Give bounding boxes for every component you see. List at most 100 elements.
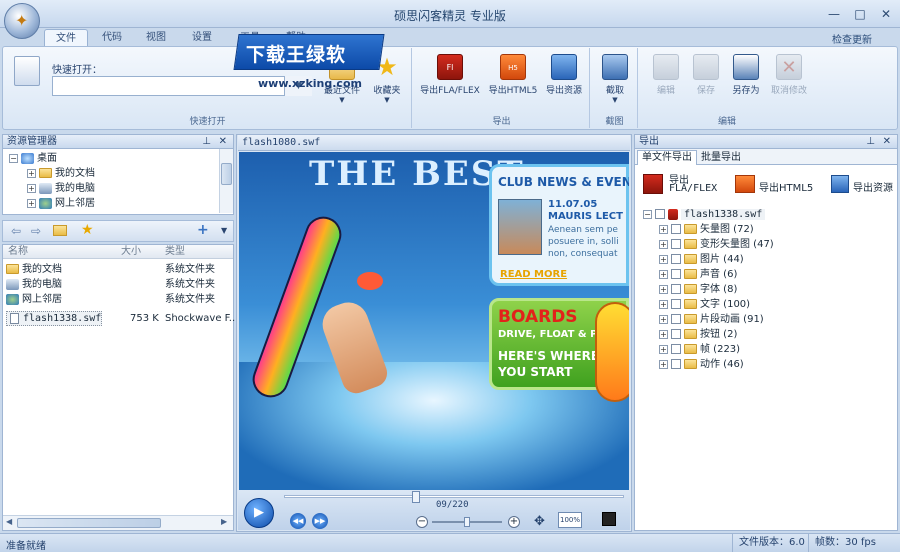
expand-icon[interactable]: +	[659, 329, 668, 339]
add-icon[interactable]: +	[197, 222, 209, 238]
checkbox[interactable]	[671, 344, 681, 354]
export-fla-button[interactable]: Fl 导出FLA/FLEX	[418, 54, 482, 96]
checkbox[interactable]	[671, 269, 681, 279]
expand-icon[interactable]: +	[659, 269, 668, 279]
expand-icon[interactable]: +	[659, 359, 668, 369]
tree-item-my-documents[interactable]: + 我的文档	[27, 166, 95, 181]
pin-icon[interactable]: ⊥	[866, 135, 875, 148]
collapse-icon[interactable]: −	[9, 153, 18, 163]
resource-item[interactable]: + 帧 (223)	[659, 342, 740, 357]
tab-single-export[interactable]: 单文件导出	[637, 150, 697, 165]
tab-file[interactable]: 文件	[44, 29, 88, 46]
zoom-slider-thumb[interactable]	[464, 517, 470, 527]
file-row[interactable]: 我的电脑 系统文件夹	[6, 277, 232, 292]
cancel-changes-button[interactable]: ✕ 取消修改	[766, 54, 812, 96]
horizontal-scrollbar[interactable]: ◀ ▶	[3, 515, 233, 530]
expand-icon[interactable]: +	[27, 198, 36, 208]
checkbox[interactable]	[671, 314, 681, 324]
resource-item[interactable]: + 图片 (44)	[659, 252, 744, 267]
maximize-button[interactable]: □	[852, 6, 868, 22]
checkbox[interactable]	[655, 209, 665, 219]
folder-up-icon[interactable]	[53, 225, 67, 236]
star-icon[interactable]: ★	[81, 222, 94, 238]
export-html5-button[interactable]: 导出HTML5	[735, 175, 819, 195]
tab-code[interactable]: 代码	[92, 29, 132, 46]
tab-view[interactable]: 视图	[136, 29, 176, 46]
play-button[interactable]: ▶	[244, 498, 274, 528]
expand-icon[interactable]: +	[659, 299, 668, 309]
minimize-button[interactable]: —	[826, 6, 842, 22]
back-icon[interactable]: ⇦	[11, 224, 21, 238]
close-icon[interactable]: ✕	[883, 135, 891, 148]
collapse-icon[interactable]: −	[643, 209, 652, 219]
preview-tab[interactable]: flash1080.swf	[242, 137, 320, 148]
tree-item-network[interactable]: + 网上邻居	[27, 196, 95, 211]
export-resources-button[interactable]: 导出资源	[542, 54, 586, 96]
tree-item-desktop[interactable]: − 桌面	[9, 151, 57, 166]
tab-settings[interactable]: 设置	[182, 29, 222, 46]
checkbox[interactable]	[671, 239, 681, 249]
move-icon[interactable]: ✥	[534, 514, 545, 529]
forward-icon[interactable]: ⇨	[31, 224, 41, 238]
file-row[interactable]: 我的文档 系统文件夹	[6, 262, 232, 277]
scroll-left-icon[interactable]: ◀	[6, 517, 12, 526]
resource-item[interactable]: + 声音 (6)	[659, 267, 737, 282]
zoom-out-icon[interactable]: −	[416, 516, 428, 528]
resource-root[interactable]: − flash1338.swf	[643, 207, 766, 222]
chevron-down-icon[interactable]: ▼	[221, 226, 227, 235]
forward-button[interactable]: ▶▶	[312, 513, 328, 529]
column-type[interactable]: 类型	[165, 245, 185, 258]
resource-item[interactable]: + 变形矢量图 (47)	[659, 237, 774, 252]
save-button[interactable]: 保存	[688, 54, 724, 96]
resource-item[interactable]: + 按钮 (2)	[659, 327, 737, 342]
checkbox[interactable]	[671, 299, 681, 309]
tree-item-my-computer[interactable]: + 我的电脑	[27, 181, 95, 196]
expand-icon[interactable]: +	[659, 344, 668, 354]
flash-stage[interactable]: THE BEST CLUB NEWS & EVENTS 11.07.05 MAU…	[239, 152, 629, 490]
expand-icon[interactable]: +	[659, 254, 668, 264]
resource-item[interactable]: + 动作 (46)	[659, 357, 744, 372]
export-html5-button[interactable]: H5 导出HTML5	[486, 54, 540, 96]
scrollbar-thumb[interactable]	[221, 163, 232, 185]
tree-scrollbar[interactable]	[219, 149, 233, 213]
checkbox[interactable]	[671, 329, 681, 339]
checkbox[interactable]	[671, 224, 681, 234]
expand-icon[interactable]: +	[659, 284, 668, 294]
save-as-button[interactable]: 另存为	[728, 54, 764, 96]
expand-icon[interactable]: +	[659, 224, 668, 234]
scrollbar-thumb[interactable]	[17, 518, 161, 528]
checkbox[interactable]	[671, 359, 681, 369]
check-update-link[interactable]: 检查更新	[832, 31, 872, 46]
edit-button[interactable]: 编辑	[648, 54, 684, 96]
checkbox[interactable]	[671, 284, 681, 294]
scroll-right-icon[interactable]: ▶	[221, 517, 227, 526]
zoom-in-icon[interactable]: +	[508, 516, 520, 528]
file-row[interactable]: 网上邻居 系统文件夹	[6, 292, 232, 307]
checkbox[interactable]	[671, 254, 681, 264]
app-menu-button[interactable]: ✦	[4, 3, 40, 39]
timeline-track[interactable]	[284, 495, 624, 498]
resource-item[interactable]: + 片段动画 (91)	[659, 312, 764, 327]
capture-button[interactable]: 截取 ▼	[597, 54, 633, 104]
background-color-icon[interactable]	[602, 512, 616, 526]
pin-icon[interactable]: ⊥	[202, 135, 211, 148]
zoom-100-button[interactable]: 100%	[558, 512, 582, 528]
resource-item[interactable]: + 矢量图 (72)	[659, 222, 754, 237]
column-size[interactable]: 大小	[121, 245, 141, 258]
expand-icon[interactable]: +	[659, 239, 668, 249]
close-button[interactable]: ✕	[878, 6, 894, 22]
file-row[interactable]: flash1338.swf 753 K Shockwave F...	[6, 311, 238, 326]
read-more-link[interactable]: READ MORE	[500, 269, 567, 280]
expand-icon[interactable]: +	[659, 314, 668, 324]
tab-batch-export[interactable]: 批量导出	[701, 151, 741, 165]
resource-item[interactable]: + 字体 (8)	[659, 282, 737, 297]
resource-item[interactable]: + 文字 (100)	[659, 297, 750, 312]
export-resources-button[interactable]: 导出资源	[831, 175, 897, 195]
close-icon[interactable]: ✕	[219, 135, 227, 148]
expand-icon[interactable]: +	[27, 168, 36, 178]
export-fla-flex-button[interactable]: 导出 FLA/FLEX	[639, 171, 725, 199]
column-name[interactable]: 名称	[8, 245, 28, 258]
expand-icon[interactable]: +	[27, 183, 36, 193]
timeline-thumb[interactable]	[412, 491, 420, 503]
rewind-button[interactable]: ◀◀	[290, 513, 306, 529]
